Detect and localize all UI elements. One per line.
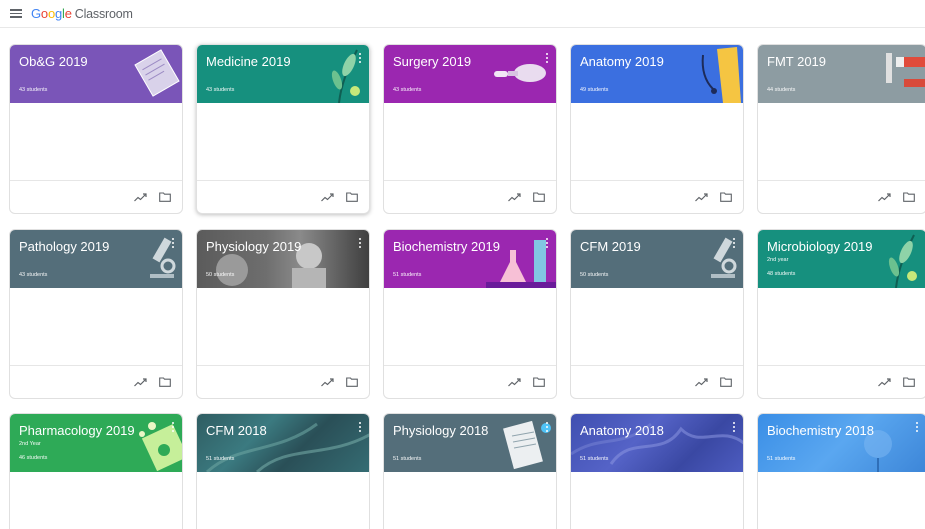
trending-up-icon[interactable] xyxy=(508,193,521,202)
class-student-count: 43 students xyxy=(206,87,235,93)
trending-up-icon[interactable] xyxy=(695,378,708,387)
trending-up-icon[interactable] xyxy=(321,378,334,387)
trending-up-icon[interactable] xyxy=(878,193,891,202)
class-card-microbiology-2019[interactable]: Microbiology 2019 2nd year 48 students xyxy=(757,229,925,399)
class-title[interactable]: Biochemistry 2019 xyxy=(393,239,500,254)
class-student-count: 50 students xyxy=(206,272,235,278)
more-options-icon[interactable] xyxy=(172,422,175,432)
folder-icon[interactable] xyxy=(533,192,545,202)
card-footer xyxy=(384,180,556,213)
class-title[interactable]: Anatomy 2018 xyxy=(580,423,664,438)
class-student-count: 44 students xyxy=(767,87,796,93)
card-footer xyxy=(197,365,369,398)
more-options-icon[interactable] xyxy=(359,53,362,63)
class-card-biochemistry-2018[interactable]: Biochemistry 2018 51 students xyxy=(757,413,925,529)
card-footer xyxy=(571,365,743,398)
class-card-pharmacology-2019[interactable]: Pharmacology 2019 2nd Year 46 students xyxy=(9,413,183,529)
more-options-icon[interactable] xyxy=(733,422,736,432)
class-card-physiology-2018[interactable]: Physiology 2018 51 students xyxy=(383,413,557,529)
class-student-count: 48 students xyxy=(767,271,796,277)
class-title[interactable]: CFM 2018 xyxy=(206,423,267,438)
folder-icon[interactable] xyxy=(159,377,171,387)
folder-icon[interactable] xyxy=(159,192,171,202)
app-logo[interactable]: Google Classroom xyxy=(31,6,133,21)
more-options-icon[interactable] xyxy=(916,422,919,432)
more-options-icon[interactable] xyxy=(733,238,736,248)
class-title[interactable]: Biochemistry 2018 xyxy=(767,423,874,438)
class-card-physiology-2019[interactable]: Physiology 2019 50 students xyxy=(196,229,370,399)
class-card-fmt-2019[interactable]: FMT 2019 44 students xyxy=(757,44,925,214)
more-options-icon[interactable] xyxy=(359,422,362,432)
class-card-anatomy-2018[interactable]: Anatomy 2018 51 students xyxy=(570,413,744,529)
card-footer xyxy=(571,180,743,213)
stethoscope-illustration-icon xyxy=(701,47,741,103)
class-title[interactable]: Anatomy 2019 xyxy=(580,54,664,69)
more-options-icon[interactable] xyxy=(172,238,175,248)
class-title[interactable]: Surgery 2019 xyxy=(393,54,471,69)
class-student-count: 51 students xyxy=(580,456,609,462)
trending-up-icon[interactable] xyxy=(508,378,521,387)
more-options-icon[interactable] xyxy=(546,238,549,248)
class-card-medicine-2019[interactable]: Medicine 2019 43 students xyxy=(196,44,370,214)
class-card-obg-2019[interactable]: Ob&G 2019 43 students xyxy=(9,44,183,214)
class-card-cfm-2019[interactable]: CFM 2019 50 students xyxy=(570,229,744,399)
card-footer xyxy=(758,365,925,398)
class-student-count: 50 students xyxy=(580,272,609,278)
trending-up-icon[interactable] xyxy=(134,378,147,387)
trending-up-icon[interactable] xyxy=(878,378,891,387)
class-title[interactable]: Ob&G 2019 xyxy=(19,54,88,69)
textbook-illustration-icon xyxy=(134,49,180,97)
trending-up-icon[interactable] xyxy=(134,193,147,202)
folder-icon[interactable] xyxy=(533,377,545,387)
class-student-count: 46 students xyxy=(19,455,48,461)
folder-icon[interactable] xyxy=(346,192,358,202)
card-footer xyxy=(758,180,925,213)
class-student-count: 51 students xyxy=(767,456,796,462)
hamburger-menu-icon[interactable] xyxy=(10,9,22,18)
class-card-surgery-2019[interactable]: Surgery 2019 43 students xyxy=(383,44,557,214)
class-student-count: 51 students xyxy=(393,456,422,462)
class-card-anatomy-2019[interactable]: Anatomy 2019 49 students xyxy=(570,44,744,214)
more-options-icon[interactable] xyxy=(359,238,362,248)
class-title[interactable]: CFM 2019 xyxy=(580,239,641,254)
card-footer xyxy=(10,365,182,398)
class-student-count: 43 students xyxy=(19,272,48,278)
card-footer xyxy=(10,180,182,213)
class-title[interactable]: FMT 2019 xyxy=(767,54,826,69)
class-title[interactable]: Medicine 2019 xyxy=(206,54,291,69)
folder-icon[interactable] xyxy=(903,192,915,202)
folder-icon[interactable] xyxy=(903,377,915,387)
class-title[interactable]: Pharmacology 2019 xyxy=(19,423,135,438)
class-student-count: 51 students xyxy=(206,456,235,462)
more-options-icon[interactable] xyxy=(546,53,549,63)
class-title[interactable]: Microbiology 2019 xyxy=(767,239,873,254)
google-wordmark: Google xyxy=(31,6,72,21)
class-student-count: 49 students xyxy=(580,87,609,93)
class-card-cfm-2018[interactable]: CFM 2018 51 students xyxy=(196,413,370,529)
class-title[interactable]: Physiology 2019 xyxy=(206,239,301,254)
top-app-bar: Google Classroom xyxy=(0,0,925,28)
class-card-biochemistry-2019[interactable]: Biochemistry 2019 51 students xyxy=(383,229,557,399)
card-footer xyxy=(197,180,369,213)
app-name: Classroom xyxy=(74,7,133,21)
class-title[interactable]: Pathology 2019 xyxy=(19,239,109,254)
class-student-count: 51 students xyxy=(393,272,422,278)
trending-up-icon[interactable] xyxy=(695,193,708,202)
trending-up-icon[interactable] xyxy=(321,193,334,202)
class-card-pathology-2019[interactable]: Pathology 2019 43 students xyxy=(9,229,183,399)
class-section: 2nd year xyxy=(767,257,789,263)
test-tube-illustration-icon xyxy=(886,53,925,87)
class-section: 2nd Year xyxy=(19,441,41,447)
folder-icon[interactable] xyxy=(720,377,732,387)
folder-icon[interactable] xyxy=(346,377,358,387)
class-student-count: 43 students xyxy=(19,87,48,93)
folder-icon[interactable] xyxy=(720,192,732,202)
card-footer xyxy=(384,365,556,398)
class-student-count: 43 students xyxy=(393,87,422,93)
more-options-icon[interactable] xyxy=(546,422,549,432)
class-title[interactable]: Physiology 2018 xyxy=(393,423,488,438)
